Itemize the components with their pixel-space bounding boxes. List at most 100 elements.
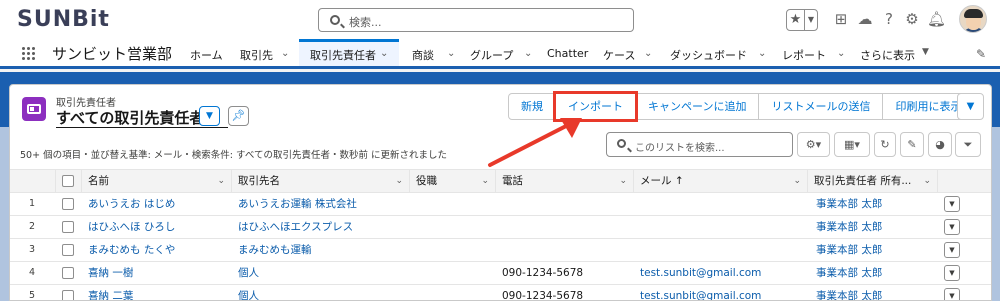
- select-all-header: [56, 170, 82, 193]
- list-view-controls-gear-icon[interactable]: ⚙▾: [797, 132, 830, 157]
- row-checkbox[interactable]: [62, 221, 74, 233]
- chevron-down-icon[interactable]: ⌄: [281, 48, 289, 59]
- row-actions-dropdown[interactable]: ▼: [944, 288, 960, 300]
- nav-item-groups[interactable]: グループ: [470, 47, 513, 63]
- contact-name-link[interactable]: 喜納 二葉: [88, 285, 133, 300]
- refresh-icon[interactable]: ↻: [874, 132, 896, 157]
- chevron-down-icon[interactable]: ⌄: [619, 170, 627, 193]
- row-actions-dropdown[interactable]: ▼: [944, 196, 960, 212]
- column-header-email[interactable]: メール ↑ ⌄: [634, 170, 808, 193]
- column-header-phone[interactable]: 電話 ⌄: [496, 170, 634, 193]
- app-launcher-icon[interactable]: [22, 47, 36, 61]
- global-search-input[interactable]: 検索...: [318, 8, 634, 32]
- nav-item-dashboards[interactable]: ダッシュボード: [670, 47, 747, 63]
- nav-item-contacts[interactable]: 取引先責任者: [310, 47, 376, 63]
- list-search-input[interactable]: このリストを検索...: [606, 132, 793, 157]
- annotation-arrow: [488, 118, 582, 167]
- row-checkbox[interactable]: [62, 198, 74, 210]
- send-list-email-button[interactable]: リストメールの送信: [758, 93, 884, 120]
- owner-link[interactable]: 事業本部 太郎: [816, 262, 882, 284]
- table-row[interactable]: 1 あいうえお はじめ あいうえお運輸 株式会社 事業本部 太郎 ▼: [10, 193, 991, 216]
- table-row[interactable]: 4 喜納 一樹 個人 090-1234-5678 test.sunbit@gma…: [10, 262, 991, 285]
- chevron-down-icon[interactable]: ⌄: [380, 48, 388, 59]
- account-name-link[interactable]: 個人: [238, 285, 259, 300]
- email-link[interactable]: test.sunbit@gmail.com: [640, 285, 761, 300]
- list-view-title[interactable]: すべての取引先責任者: [56, 107, 204, 128]
- owner-link[interactable]: 事業本部 太郎: [816, 285, 882, 300]
- phone-cell[interactable]: 090-1234-5678: [502, 285, 583, 300]
- global-header: SUNBit 検索... ★ ▼ ⊞ ☁ ? ⚙ 🔔︎: [0, 0, 1000, 39]
- nav-item-more[interactable]: さらに表示: [860, 47, 915, 63]
- nav-item-accounts[interactable]: 取引先: [240, 47, 273, 63]
- display-as-table-icon[interactable]: ▦▾: [834, 132, 870, 157]
- chevron-down-icon[interactable]: ⌄: [524, 48, 532, 59]
- chevron-down-icon[interactable]: ⌄: [793, 170, 801, 193]
- sunbit-logo[interactable]: SUNBit: [17, 7, 110, 32]
- list-search-placeholder: このリストを検索...: [635, 143, 725, 154]
- more-actions-dropdown[interactable]: ▼: [957, 93, 984, 120]
- nav-item-opportunities[interactable]: 商談: [412, 47, 434, 63]
- help-icon[interactable]: ?: [880, 10, 898, 28]
- contact-name-link[interactable]: あいうえお はじめ: [88, 193, 175, 215]
- contact-name-link[interactable]: まみむめも たくや: [88, 239, 175, 261]
- search-icon: [617, 139, 626, 148]
- table-row[interactable]: 2 はひふへほ ひろし はひふへほエクスプレス 事業本部 太郎 ▼: [10, 216, 991, 239]
- select-all-checkbox[interactable]: [62, 175, 74, 187]
- email-link[interactable]: test.sunbit@gmail.com: [640, 262, 761, 284]
- list-view-picker-button[interactable]: ▼: [199, 106, 220, 126]
- account-name-link[interactable]: あいうえお運輸 株式会社: [238, 193, 357, 215]
- nav-item-home[interactable]: ホーム: [190, 47, 223, 63]
- add-to-campaign-button[interactable]: キャンペーンに追加: [635, 93, 760, 120]
- chevron-down-icon[interactable]: ⌄: [395, 170, 403, 193]
- row-number: 5: [28, 290, 36, 301]
- column-header-name[interactable]: 名前 ⌄: [82, 170, 232, 193]
- row-actions-dropdown[interactable]: ▼: [944, 265, 960, 281]
- table-row[interactable]: 3 まみむめも たくや まみむめも運輸 事業本部 太郎 ▼: [10, 239, 991, 262]
- caret-down-icon[interactable]: ▼: [922, 47, 929, 57]
- charts-pie-icon[interactable]: ◕: [928, 132, 952, 157]
- row-checkbox[interactable]: [62, 244, 74, 256]
- contact-name-link[interactable]: はひふへほ ひろし: [88, 216, 175, 238]
- notification-bell-icon[interactable]: 🔔︎: [927, 10, 946, 28]
- row-number: 2: [28, 221, 36, 232]
- chevron-down-icon[interactable]: ⌄: [481, 170, 489, 193]
- favorite-star-icon[interactable]: ★: [787, 10, 805, 30]
- cloud-icon[interactable]: ☁: [856, 10, 874, 28]
- owner-link[interactable]: 事業本部 太郎: [816, 193, 882, 215]
- column-header-account[interactable]: 取引先名 ⌄: [232, 170, 410, 193]
- chevron-down-icon[interactable]: ▼: [805, 10, 817, 30]
- chevron-down-icon[interactable]: ⌄: [837, 48, 845, 59]
- chevron-down-icon[interactable]: ⌄: [217, 170, 225, 193]
- chevron-down-icon[interactable]: ⌄: [644, 48, 652, 59]
- nav-item-chatter[interactable]: Chatter: [547, 47, 588, 60]
- setup-gear-icon[interactable]: ⚙: [903, 10, 921, 28]
- chevron-down-icon[interactable]: ⌄: [923, 170, 931, 193]
- user-avatar[interactable]: [959, 5, 987, 33]
- column-header-owner[interactable]: 取引先責任者 所有... ⌄: [808, 170, 938, 193]
- nav-item-cases[interactable]: ケース: [603, 47, 635, 63]
- favorites-button[interactable]: ★ ▼: [786, 9, 818, 31]
- nav-item-reports[interactable]: レポート: [782, 47, 826, 63]
- account-name-link[interactable]: はひふへほエクスプレス: [238, 216, 353, 238]
- account-name-link[interactable]: まみむめも運輸: [238, 239, 312, 261]
- table-row[interactable]: 5 喜納 二葉 個人 090-1234-5678 test.sunbit@gma…: [10, 285, 991, 301]
- table-header-row: 名前 ⌄ 取引先名 ⌄ 役職 ⌄ 電話 ⌄ メール ↑ ⌄ 取引先責任者 所有... ⌄: [10, 169, 991, 193]
- column-header-title[interactable]: 役職 ⌄: [410, 170, 496, 193]
- row-checkbox[interactable]: [62, 290, 74, 300]
- chevron-down-icon[interactable]: ⌄: [447, 48, 455, 59]
- add-icon[interactable]: ⊞: [832, 10, 850, 28]
- contact-name-link[interactable]: 喜納 一樹: [88, 262, 133, 284]
- pin-list-view-icon[interactable]: 📌︎: [228, 106, 249, 126]
- row-actions-dropdown[interactable]: ▼: [944, 242, 960, 258]
- row-checkbox[interactable]: [62, 267, 74, 279]
- edit-nav-pencil-icon[interactable]: ✎: [976, 47, 986, 61]
- inline-edit-pencil-icon[interactable]: ✎: [900, 132, 924, 157]
- phone-cell[interactable]: 090-1234-5678: [502, 262, 583, 284]
- filter-icon[interactable]: ⏷: [955, 132, 981, 157]
- chevron-down-icon[interactable]: ⌄: [758, 48, 766, 59]
- owner-link[interactable]: 事業本部 太郎: [816, 239, 882, 261]
- owner-link[interactable]: 事業本部 太郎: [816, 216, 882, 238]
- account-name-link[interactable]: 個人: [238, 262, 259, 284]
- row-actions-dropdown[interactable]: ▼: [944, 219, 960, 235]
- row-number: 4: [28, 267, 36, 278]
